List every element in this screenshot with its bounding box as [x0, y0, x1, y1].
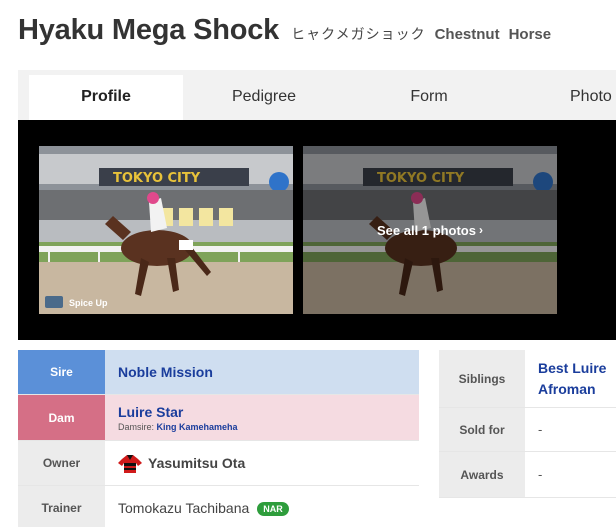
dam-label: Dam — [18, 395, 105, 440]
sold-for-value: - — [538, 422, 543, 437]
photo-credit: Spice Up — [45, 297, 108, 308]
horse-name-kana: ヒャクメガショック — [291, 27, 426, 43]
tab-photo[interactable]: Photo — [546, 75, 616, 120]
sold-for-row: Sold for - — [439, 408, 616, 452]
see-all-photos-tile[interactable]: TOKYO CITY See all 1 photos › — [303, 146, 557, 314]
sibling-link[interactable]: Best Luire — [538, 358, 616, 379]
see-all-photos-link[interactable]: See all 1 photos › — [303, 146, 557, 314]
sire-label: Sire — [18, 350, 105, 394]
trainer-label: Trainer — [18, 486, 105, 527]
page-header: Hyaku Mega Shock ヒャクメガショック Chestnut Hors… — [18, 14, 551, 54]
dam-link[interactable]: Luire Star — [118, 404, 419, 420]
jockey-silks-icon — [118, 455, 142, 473]
siblings-row: Siblings Best Luire Afroman — [439, 350, 616, 408]
tab-form[interactable]: Form — [351, 75, 507, 120]
see-all-photos-label: See all 1 photos — [377, 222, 476, 238]
chevron-right-icon: › — [478, 223, 483, 237]
awards-value: - — [538, 467, 543, 482]
nar-badge: NAR — [257, 502, 289, 517]
tab-pedigree[interactable]: Pedigree — [188, 75, 340, 120]
damsire-line: Damsire: King Kamehameha — [118, 422, 419, 432]
awards-label: Awards — [439, 452, 525, 497]
sire-link[interactable]: Noble Mission — [118, 364, 419, 380]
race-photo-image: TOKYO CITY — [39, 146, 293, 314]
trainer-name: Tomokazu Tachibana — [118, 499, 250, 516]
photographer-logo-icon — [45, 297, 63, 308]
damsire-label: Damsire: — [118, 421, 155, 432]
horse-color: Chestnut — [434, 26, 500, 43]
dam-row: Dam Luire Star Damsire: King Kamehameha — [18, 395, 419, 441]
awards-row: Awards - — [439, 452, 616, 498]
trainer-row: Trainer Tomokazu Tachibana NAR — [18, 486, 419, 527]
sold-for-label: Sold for — [439, 408, 525, 451]
owner-label: Owner — [18, 441, 105, 485]
tab-profile[interactable]: Profile — [29, 75, 183, 120]
profile-table: Sire Noble Mission Dam Luire Star Damsir… — [18, 350, 419, 527]
side-info-table: Siblings Best Luire Afroman Sold for - A… — [439, 350, 616, 498]
horse-type: Horse — [508, 26, 552, 43]
sire-row: Sire Noble Mission — [18, 350, 419, 395]
photo-gallery: TOKYO CITY Spice Up TOKYO CITY See all 1… — [18, 120, 616, 340]
owner-name: Yasumitsu Ota — [148, 455, 246, 471]
svg-text:TOKYO CITY: TOKYO CITY — [113, 171, 201, 186]
owner-row: Owner Yasumitsu Ota — [18, 441, 419, 486]
race-photo[interactable]: TOKYO CITY Spice Up — [39, 146, 293, 314]
siblings-label: Siblings — [439, 350, 525, 407]
trainer-line: Tomokazu Tachibana NAR — [118, 499, 419, 517]
sibling-link[interactable]: Afroman — [538, 379, 616, 400]
horse-name: Hyaku Mega Shock — [18, 14, 280, 46]
photo-credit-label: Spice Up — [69, 297, 108, 308]
profile-tabs: Profile Pedigree Form Photo — [18, 70, 616, 120]
damsire-link[interactable]: King Kamehameha — [157, 422, 238, 432]
owner-line: Yasumitsu Ota — [118, 453, 419, 473]
